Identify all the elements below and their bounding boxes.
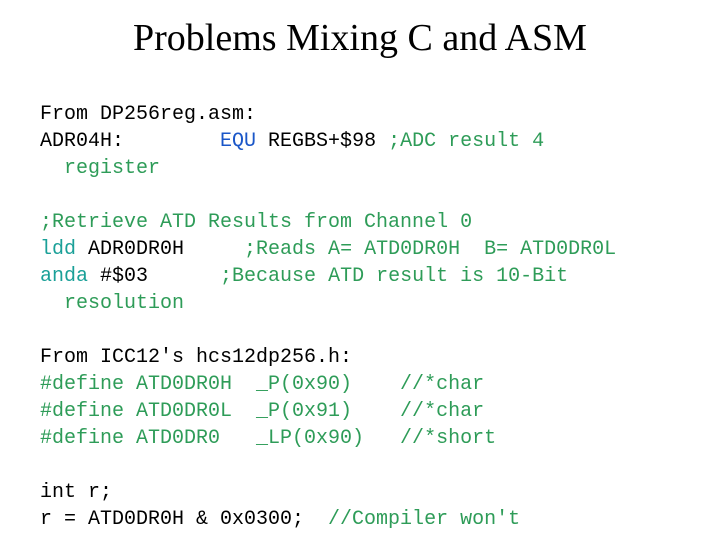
define-atd0dr0l: #define ATD0DR0L _P(0x91) //*char (40, 400, 484, 423)
comment-compiler: //Compiler won't (328, 508, 520, 531)
line-int-r: int r; (40, 481, 112, 504)
keyword-ldd: ldd (40, 238, 76, 261)
comment-reads: ;Reads A= ATD0DR0H B= ATD0DR0L (244, 238, 616, 261)
line-adr04h-label: ADR04H: (40, 130, 220, 153)
define-atd0dr0: #define ATD0DR0 _LP(0x90) //*short (40, 427, 496, 450)
line-from-asm: From DP256reg.asm: (40, 103, 256, 126)
line-from-header: From ICC12's hcs12dp256.h: (40, 346, 352, 369)
keyword-equ: EQU (220, 130, 256, 153)
code-block: From DP256reg.asm: ADR04H: EQU REGBS+$98… (40, 74, 680, 533)
comment-adc-result: ;ADC result 4 (388, 130, 544, 153)
comment-retrieve: ;Retrieve ATD Results from Channel 0 (40, 211, 472, 234)
line-adr04h-expr: REGBS+$98 (256, 130, 388, 153)
comment-resolution: resolution (64, 292, 184, 315)
comment-10bit: ;Because ATD result is 10-Bit (220, 265, 568, 288)
operand-adr0dr0h: ADR0DR0H (76, 238, 244, 261)
line-assign: r = ATD0DR0H & 0x0300; (40, 508, 328, 531)
keyword-anda: anda (40, 265, 88, 288)
slide-title: Problems Mixing C and ASM (40, 16, 680, 60)
slide: Problems Mixing C and ASM From DP256reg.… (0, 0, 720, 533)
operand-03: #$03 (88, 265, 220, 288)
define-atd0dr0h: #define ATD0DR0H _P(0x90) //*char (40, 373, 484, 396)
comment-register: register (64, 157, 160, 180)
